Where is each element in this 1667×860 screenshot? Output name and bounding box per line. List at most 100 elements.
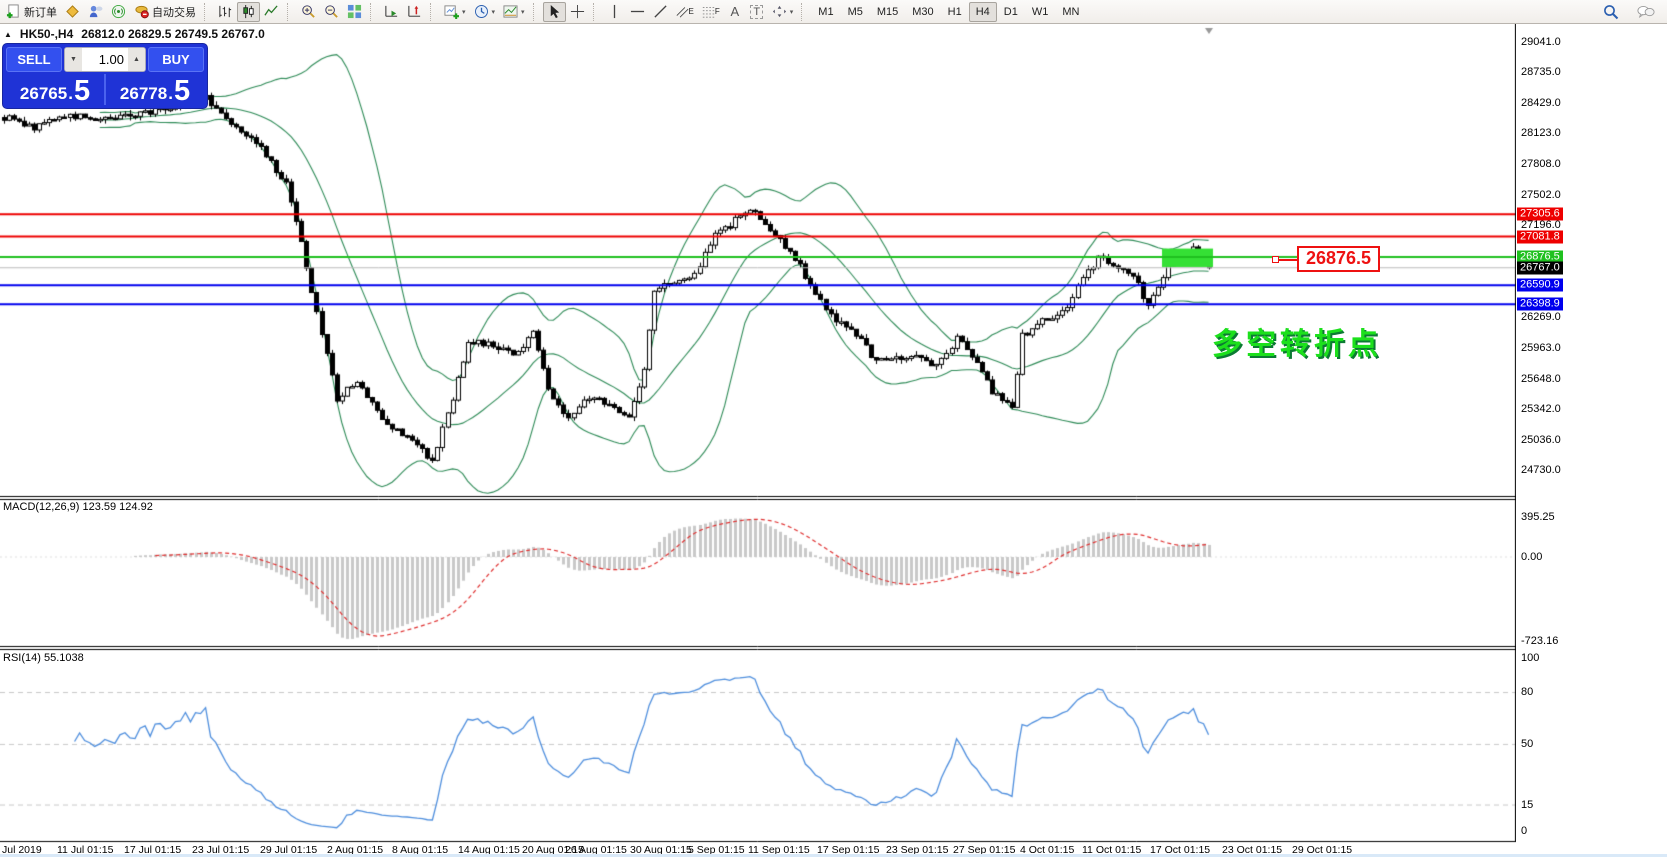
candle-chart-mode-button[interactable] <box>237 2 260 22</box>
new-chart-button[interactable]: ▾ <box>440 2 470 22</box>
zoom-in-icon <box>301 4 316 19</box>
dropdown-caret-icon: ▾ <box>521 8 525 16</box>
arrows-tool-button[interactable]: ▾ <box>768 2 798 22</box>
volume-increase-button[interactable]: ▲ <box>128 48 145 71</box>
timeframe-mn-button[interactable]: MN <box>1055 2 1086 22</box>
clock-icon <box>474 4 489 19</box>
buy-button[interactable]: BUY <box>148 47 204 72</box>
tile-windows-icon <box>347 4 362 19</box>
bar-chart-icon <box>218 4 233 19</box>
fibonacci-tool-button[interactable]: F <box>698 2 724 22</box>
equidistant-channel-tool-button[interactable]: E <box>672 2 698 22</box>
timeframe-m15-button[interactable]: M15 <box>870 2 905 22</box>
line-chart-icon <box>264 4 279 19</box>
periods-button[interactable]: ▾ <box>470 2 500 22</box>
arrows-icon <box>772 4 787 19</box>
timeframe-d1-button[interactable]: D1 <box>997 2 1025 22</box>
signals-button[interactable] <box>107 2 130 22</box>
new-chart-icon <box>444 4 459 19</box>
tile-windows-button[interactable] <box>343 2 366 22</box>
horizontal-line-tool-button[interactable] <box>626 2 649 22</box>
crosshair-icon <box>570 4 585 19</box>
chat-icon <box>1637 4 1655 19</box>
text-label-tool-button[interactable]: T <box>746 2 768 22</box>
main-toolbar: 新订单 自动交易 ▾ ▾ <box>0 0 1667 24</box>
cn-annotation-text[interactable]: 多空转折点 <box>1212 319 1382 363</box>
new-order-button[interactable]: 新订单 <box>2 2 61 22</box>
timeframe-h1-button[interactable]: H1 <box>941 2 969 22</box>
line-price-label: 26590.9 <box>1517 279 1563 292</box>
template-icon <box>503 4 518 19</box>
indicator-tick-label: 50 <box>1521 738 1533 750</box>
price-tick-label: 26269.0 <box>1521 311 1561 323</box>
indicator-tick-label: 0.00 <box>1521 551 1542 563</box>
line-price-label: 26398.9 <box>1517 298 1563 311</box>
trendline-icon <box>653 4 668 19</box>
bar-chart-mode-button[interactable] <box>214 2 237 22</box>
price-tick-label: 27502.0 <box>1521 189 1561 201</box>
sell-price: 26765.5 <box>6 74 104 105</box>
zoom-in-button[interactable] <box>297 2 320 22</box>
volume-decrease-button[interactable]: ▼ <box>65 48 82 71</box>
volume-stepper: ▼ ▲ <box>64 47 146 72</box>
chart-canvas[interactable] <box>0 24 1516 844</box>
auto-scroll-button[interactable] <box>380 2 403 22</box>
price-tick-label: 25036.0 <box>1521 434 1561 446</box>
search-icon <box>1603 4 1619 20</box>
chart-shift-button[interactable] <box>403 2 426 22</box>
fibonacci-icon <box>702 4 715 19</box>
toolbar-separator <box>533 3 540 21</box>
chart-window: ▲ HK50-,H4 26812.0 26829.5 26749.5 26767… <box>0 24 1667 857</box>
chart-profile-button[interactable] <box>61 2 84 22</box>
sell-button[interactable]: SELL <box>6 47 62 72</box>
indicator-tick-label: 100 <box>1521 652 1539 664</box>
indicator-tick-label: 15 <box>1521 799 1533 811</box>
timeframe-w1-button[interactable]: W1 <box>1025 2 1056 22</box>
price-tick-label: 28123.0 <box>1521 127 1561 139</box>
volume-input[interactable] <box>82 48 128 71</box>
line-price-label: 27081.8 <box>1517 230 1563 243</box>
chat-button[interactable] <box>1633 2 1659 22</box>
price-tick-label: 28735.0 <box>1521 66 1561 78</box>
price-tick-label: 29041.0 <box>1521 36 1561 48</box>
candlestick-icon <box>241 4 256 19</box>
auto-trading-button[interactable]: 自动交易 <box>130 2 200 22</box>
price-callout-label[interactable]: 26876.5 <box>1297 246 1380 272</box>
crosshair-tool-button[interactable] <box>566 2 589 22</box>
toolbar-separator <box>370 3 377 21</box>
templates-button[interactable]: ▾ <box>499 2 529 22</box>
line-chart-mode-button[interactable] <box>260 2 283 22</box>
signal-icon <box>111 4 126 19</box>
person-cloud-icon <box>88 4 103 19</box>
indicator-tick-label: 395.25 <box>1521 511 1555 523</box>
text-tool-icon: A <box>730 4 739 19</box>
timeframe-m5-button[interactable]: M5 <box>841 2 870 22</box>
auto-trading-icon <box>134 4 149 19</box>
toolbar-separator <box>430 3 437 21</box>
toolbar-separator <box>801 3 808 21</box>
channel-icon <box>676 4 689 19</box>
text-tool-button[interactable]: A <box>724 2 746 22</box>
buy-price: 26778.5 <box>106 74 204 105</box>
market-watch-button[interactable] <box>84 2 107 22</box>
vertical-line-tool-button[interactable] <box>603 2 626 22</box>
cursor-tool-button[interactable] <box>543 2 566 22</box>
timeframe-h4-button[interactable]: H4 <box>969 2 997 22</box>
timeframe-m1-button[interactable]: M1 <box>811 2 840 22</box>
price-tick-label: 25648.0 <box>1521 373 1561 385</box>
toolbar-separator <box>287 3 294 21</box>
zoom-out-button[interactable] <box>320 2 343 22</box>
dropdown-caret-icon: ▾ <box>790 8 794 16</box>
horizontal-line-icon <box>630 4 645 19</box>
dropdown-caret-icon: ▾ <box>492 8 496 16</box>
bottom-strip <box>0 854 1667 857</box>
trendline-tool-button[interactable] <box>649 2 672 22</box>
auto-scroll-icon <box>384 4 399 19</box>
line-price-label: 26876.5 <box>1517 250 1563 263</box>
price-tick-label: 24730.0 <box>1521 464 1561 476</box>
vertical-line-icon <box>607 4 622 19</box>
timeframe-m30-button[interactable]: M30 <box>905 2 940 22</box>
search-button[interactable] <box>1599 2 1623 22</box>
price-tick-label: 28429.0 <box>1521 97 1561 109</box>
profile-icon <box>65 4 80 19</box>
